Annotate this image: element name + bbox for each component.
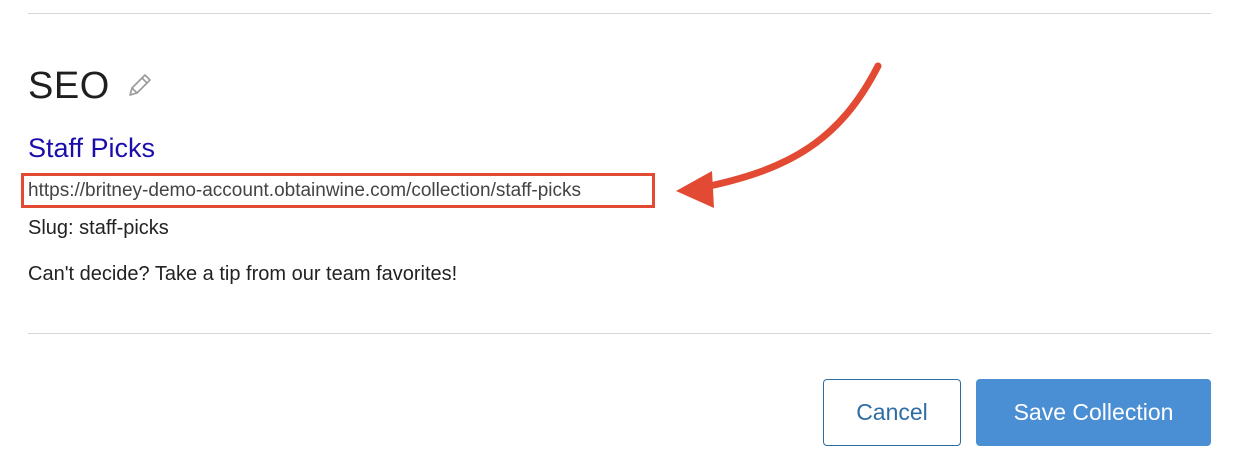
- url-highlight-box: [21, 173, 655, 208]
- cancel-button[interactable]: Cancel: [823, 379, 961, 446]
- bottom-divider: [28, 333, 1211, 334]
- seo-slug: Slug: staff-picks: [28, 217, 169, 239]
- seo-preview-title: Staff Picks: [28, 133, 156, 163]
- pencil-icon[interactable]: [124, 71, 154, 101]
- seo-heading: SEO: [28, 65, 110, 107]
- seo-section-header: SEO: [28, 64, 154, 108]
- top-divider: [28, 13, 1211, 14]
- save-collection-button[interactable]: Save Collection: [976, 379, 1211, 446]
- seo-description: Can't decide? Take a tip from our team f…: [28, 263, 458, 285]
